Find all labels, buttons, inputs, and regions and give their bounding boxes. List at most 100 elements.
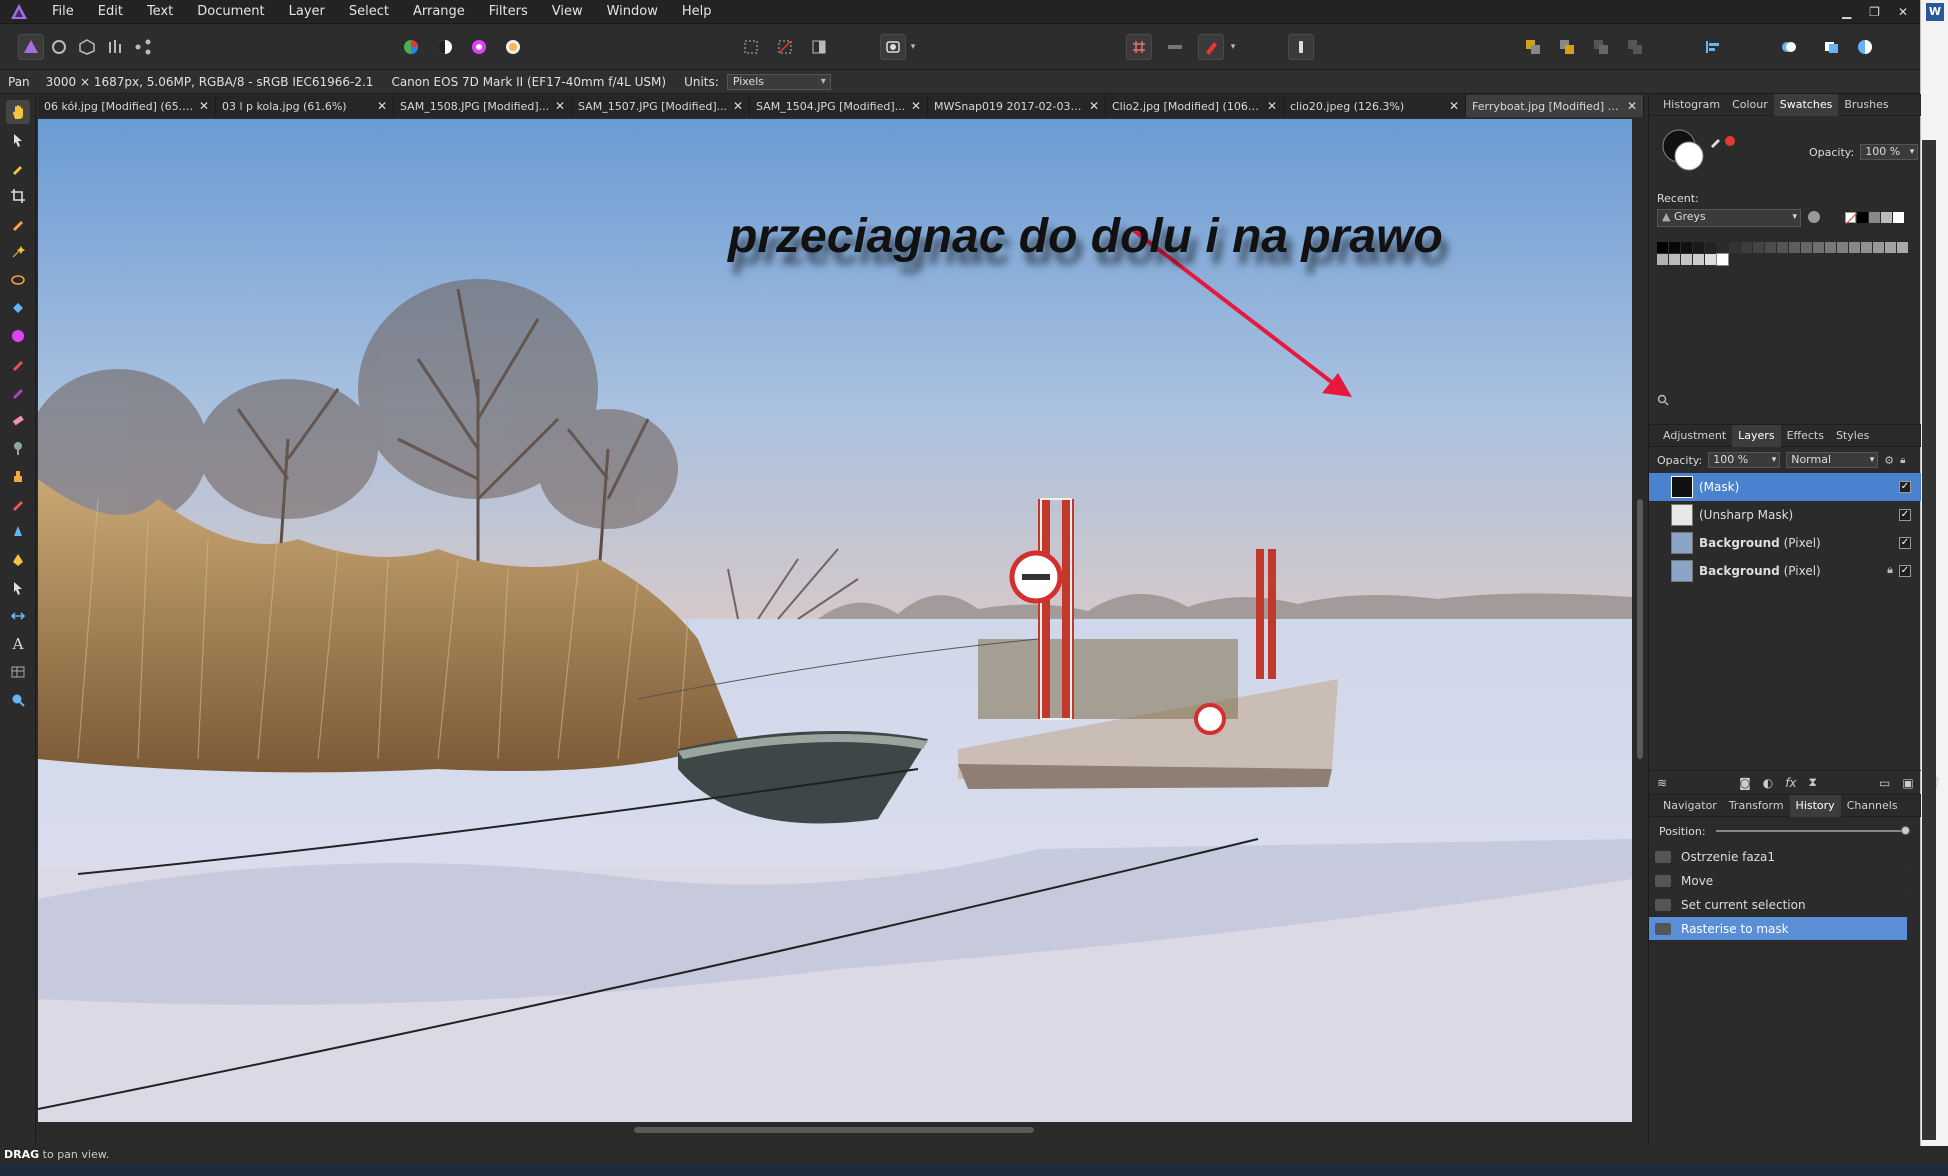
blend-mode-select[interactable]: Normal ▾	[1786, 452, 1879, 468]
swatch[interactable]	[1716, 253, 1729, 266]
swatch[interactable]	[1753, 242, 1764, 253]
swatch[interactable]	[1861, 242, 1872, 253]
swatch[interactable]	[1789, 242, 1800, 253]
swatch[interactable]	[1693, 254, 1704, 265]
swatch[interactable]	[1669, 242, 1680, 253]
tab-histogram[interactable]: Histogram	[1657, 94, 1726, 116]
menu-select[interactable]: Select	[337, 0, 401, 24]
history-item[interactable]: Move	[1649, 869, 1907, 893]
close-icon[interactable]: ✕	[1267, 99, 1277, 113]
swatch[interactable]	[1813, 242, 1824, 253]
tab-navigator[interactable]: Navigator	[1657, 795, 1723, 817]
marquee-tool-icon[interactable]	[6, 268, 30, 292]
text-tool-icon[interactable]: A	[6, 632, 30, 656]
erase-brush-icon[interactable]	[6, 408, 30, 432]
tab-adjustment[interactable]: Adjustment	[1657, 425, 1732, 447]
doc-tab[interactable]: 06 kół.jpg [Modified] (65.7... ✕	[38, 95, 216, 117]
close-icon[interactable]: ✕	[1089, 99, 1099, 113]
opacity-field[interactable]: 100 % ▾	[1860, 144, 1919, 160]
doc-tab-active[interactable]: Ferryboat.jpg [Modified] (... ✕	[1466, 95, 1644, 117]
word-logo-icon[interactable]: W	[1926, 3, 1944, 21]
fx-icon[interactable]: fx	[1785, 776, 1796, 790]
close-icon[interactable]: ✕	[199, 99, 209, 113]
selection-brush-icon[interactable]	[6, 212, 30, 236]
boolean-intersect-icon[interactable]	[1852, 34, 1878, 60]
doc-tab[interactable]: 03 l p kola.jpg (61.6%) ✕	[216, 95, 394, 117]
blur-brush-icon[interactable]	[6, 520, 30, 544]
secondary-colour-dot[interactable]	[1725, 136, 1735, 146]
search-icon[interactable]	[1657, 394, 1669, 409]
swatch[interactable]	[1885, 242, 1896, 253]
colour-replacement-icon[interactable]	[6, 380, 30, 404]
boolean-add-icon[interactable]	[1776, 34, 1802, 60]
snapping-magnet-icon[interactable]	[1198, 34, 1224, 60]
history-position-slider[interactable]	[1715, 826, 1910, 835]
layer-row[interactable]: (Mask) ✓	[1649, 473, 1921, 501]
menu-document[interactable]: Document	[185, 0, 276, 24]
restore-icon[interactable]: ❐	[1869, 5, 1880, 19]
swatch[interactable]	[1857, 212, 1868, 223]
live-filter-icon[interactable]: ⧗	[1809, 775, 1817, 790]
tab-history[interactable]: History	[1789, 794, 1841, 817]
tab-styles[interactable]: Styles	[1830, 425, 1875, 447]
affinity-photo-logo-icon[interactable]	[8, 1, 30, 23]
menu-view[interactable]: View	[540, 0, 595, 24]
palette-options-icon[interactable]	[1807, 210, 1821, 227]
gear-icon[interactable]: ⚙	[1884, 454, 1894, 467]
healing-brush-icon[interactable]	[6, 492, 30, 516]
menu-arrange[interactable]: Arrange	[401, 0, 477, 24]
colour-picker-icon[interactable]	[1709, 134, 1723, 151]
swatch[interactable]	[1717, 242, 1728, 253]
snapping-options-icon[interactable]	[1162, 34, 1188, 60]
mesh-warp-icon[interactable]	[6, 604, 30, 628]
swatch[interactable]	[1729, 242, 1740, 253]
swatch[interactable]	[1657, 254, 1668, 265]
folder-icon[interactable]: ▭	[1879, 776, 1890, 790]
snapping-grid-icon[interactable]	[1126, 34, 1152, 60]
history-position-knob[interactable]	[1900, 826, 1910, 835]
swatch[interactable]	[1881, 212, 1892, 223]
swatch[interactable]	[1893, 212, 1904, 223]
auto-levels-icon[interactable]	[398, 34, 424, 60]
assistant-icon[interactable]	[1288, 34, 1314, 60]
tab-colour[interactable]: Colour	[1726, 94, 1774, 116]
swatch[interactable]	[1869, 212, 1880, 223]
colour-wells[interactable]	[1659, 128, 1738, 176]
develop-persona-icon[interactable]	[74, 34, 100, 60]
arrange-forward-icon[interactable]	[1554, 34, 1580, 60]
tab-transform[interactable]: Transform	[1723, 795, 1790, 817]
swatch[interactable]	[1837, 242, 1848, 253]
auto-white-balance-icon[interactable]	[500, 34, 526, 60]
close-icon[interactable]: ✕	[555, 99, 565, 113]
node-tool-icon[interactable]	[6, 576, 30, 600]
layer-row[interactable]: Background (Pixel) ✓	[1649, 529, 1921, 557]
minimize-icon[interactable]: ▁	[1842, 5, 1851, 19]
document-canvas[interactable]: przeciagnac do dolu i na prawo	[38, 119, 1632, 1122]
export-persona-icon[interactable]	[130, 34, 156, 60]
layers-stack-icon[interactable]: ≋	[1657, 776, 1667, 790]
invert-selection-icon[interactable]	[806, 34, 832, 60]
swatch[interactable]	[1669, 254, 1680, 265]
menu-edit[interactable]: Edit	[86, 0, 135, 24]
swatch[interactable]	[1705, 254, 1716, 265]
arrange-back-icon[interactable]	[1622, 34, 1648, 60]
none-swatch[interactable]	[1845, 212, 1857, 224]
vertical-scroll-thumb[interactable]	[1637, 499, 1643, 759]
close-icon[interactable]: ✕	[733, 99, 743, 113]
close-icon[interactable]: ✕	[1449, 99, 1459, 113]
history-item[interactable]: Ostrzenie faza1	[1649, 845, 1907, 869]
doc-tab[interactable]: Clio2.jpg [Modified] (106.1... ✕	[1106, 95, 1284, 117]
lock-icon[interactable]: 🔒︎	[1900, 455, 1905, 466]
swatch[interactable]	[1777, 242, 1788, 253]
history-item[interactable]: Set current selection	[1649, 893, 1907, 917]
marquee-selection-icon[interactable]	[738, 34, 764, 60]
swatch[interactable]	[1681, 254, 1692, 265]
tone-mapping-persona-icon[interactable]	[102, 34, 128, 60]
units-select[interactable]: Pixels	[726, 73, 831, 90]
lock-icon[interactable]: 🔒︎	[1887, 563, 1893, 577]
zoom-tool-icon[interactable]	[6, 688, 30, 712]
quick-mask-dropdown-icon[interactable]: ▾	[906, 34, 920, 60]
layer-row[interactable]: (Unsharp Mask) ✓	[1649, 501, 1921, 529]
flood-fill-icon[interactable]	[6, 296, 30, 320]
history-item-selected[interactable]: Rasterise to mask	[1649, 917, 1907, 941]
